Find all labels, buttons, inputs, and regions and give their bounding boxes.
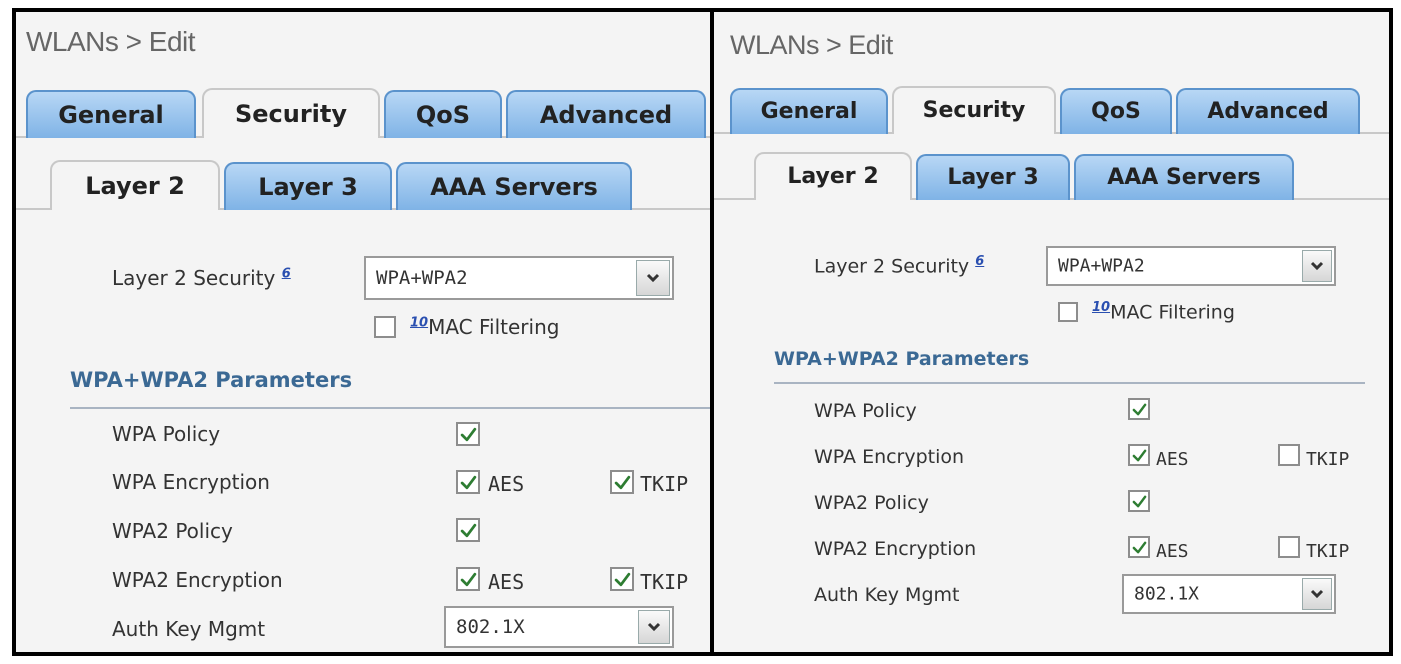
chevron-down-icon bbox=[636, 260, 670, 296]
check-icon bbox=[1132, 449, 1146, 461]
section-title: WPA+WPA2 Parameters bbox=[774, 348, 1030, 370]
tab-security[interactable]: Security bbox=[202, 88, 380, 138]
check-icon bbox=[1132, 495, 1146, 507]
wpa-policy-label: WPA Policy bbox=[814, 400, 917, 422]
wpa-encryption-label: WPA Encryption bbox=[112, 470, 270, 494]
wpa-tkip-label: TKIP bbox=[640, 472, 689, 496]
check-icon bbox=[460, 475, 476, 489]
wpa2-tkip-checkbox[interactable] bbox=[1278, 536, 1300, 558]
tab-general[interactable]: General bbox=[730, 88, 888, 134]
wpa2-policy-label: WPA2 Policy bbox=[112, 519, 233, 543]
wlan-edit-panel-right: WLANs > Edit General Security QoS Advanc… bbox=[712, 8, 1393, 656]
wpa-aes-checkbox[interactable] bbox=[456, 470, 480, 494]
check-icon bbox=[460, 572, 476, 586]
wpa2-encryption-label: WPA2 Encryption bbox=[112, 568, 283, 592]
wpa-policy-checkbox[interactable] bbox=[456, 422, 480, 446]
wpa-policy-label: WPA Policy bbox=[112, 422, 221, 446]
layer2-security-label-text: Layer 2 Security bbox=[112, 266, 276, 290]
mac-filtering-help-link[interactable]: 10 bbox=[1092, 300, 1110, 315]
tab-advanced[interactable]: Advanced bbox=[506, 90, 706, 138]
check-icon bbox=[614, 475, 630, 489]
section-divider bbox=[70, 407, 710, 409]
wpa2-encryption-label: WPA2 Encryption bbox=[814, 538, 977, 560]
mac-filtering-label-text: MAC Filtering bbox=[1110, 301, 1235, 324]
check-icon bbox=[1132, 541, 1146, 553]
tab-qos[interactable]: QoS bbox=[384, 90, 502, 138]
check-icon bbox=[614, 572, 630, 586]
mac-filtering-help-link[interactable]: 10 bbox=[410, 315, 428, 330]
subtab-layer3[interactable]: Layer 3 bbox=[916, 154, 1070, 200]
tab-general[interactable]: General bbox=[26, 90, 196, 138]
wpa2-tkip-checkbox[interactable] bbox=[610, 567, 634, 591]
tab-qos[interactable]: QoS bbox=[1060, 88, 1172, 134]
layer2-security-help-link[interactable]: 6 bbox=[975, 254, 984, 269]
page-title: WLANs > Edit bbox=[26, 26, 196, 57]
auth-key-mgmt-select[interactable]: 802.1X bbox=[444, 606, 674, 648]
chevron-down-icon bbox=[638, 610, 670, 644]
subtab-layer3[interactable]: Layer 3 bbox=[224, 162, 392, 210]
subtab-layer2[interactable]: Layer 2 bbox=[50, 160, 220, 210]
wlan-edit-panel-left: WLANs > Edit General Security QoS Advanc… bbox=[12, 8, 712, 656]
page-title: WLANs > Edit bbox=[730, 30, 893, 60]
section-title: WPA+WPA2 Parameters bbox=[70, 368, 353, 392]
wpa2-tkip-label: TKIP bbox=[640, 570, 689, 594]
section-divider bbox=[774, 382, 1365, 384]
wpa2-policy-checkbox[interactable] bbox=[456, 518, 480, 542]
wpa2-aes-label: AES bbox=[1156, 541, 1189, 562]
auth-key-mgmt-select[interactable]: 802.1X bbox=[1122, 574, 1336, 614]
auth-key-mgmt-label: Auth Key Mgmt bbox=[112, 617, 266, 641]
wpa-tkip-label: TKIP bbox=[1306, 449, 1350, 470]
layer2-security-help-link[interactable]: 6 bbox=[282, 266, 291, 281]
layer2-security-value: WPA+WPA2 bbox=[1058, 255, 1145, 277]
chevron-down-icon bbox=[1302, 250, 1332, 282]
auth-key-mgmt-value: 802.1X bbox=[1134, 583, 1200, 605]
wpa-tkip-checkbox[interactable] bbox=[1278, 444, 1300, 466]
chevron-down-icon bbox=[1302, 578, 1332, 610]
layer2-security-label: Layer 2 Security 6 bbox=[814, 254, 984, 277]
layer2-security-value: WPA+WPA2 bbox=[376, 267, 468, 289]
mac-filtering-label-text: MAC Filtering bbox=[428, 315, 560, 339]
mac-filtering-checkbox[interactable] bbox=[374, 316, 396, 338]
wpa-aes-label: AES bbox=[488, 472, 525, 496]
subtab-layer2[interactable]: Layer 2 bbox=[754, 152, 912, 200]
check-icon bbox=[1132, 403, 1146, 415]
wpa-aes-checkbox[interactable] bbox=[1128, 444, 1150, 466]
wpa-encryption-label: WPA Encryption bbox=[814, 446, 965, 468]
wpa2-aes-label: AES bbox=[488, 570, 525, 594]
layer2-security-select[interactable]: WPA+WPA2 bbox=[364, 256, 674, 300]
mac-filtering-checkbox[interactable] bbox=[1058, 302, 1078, 322]
tab-advanced[interactable]: Advanced bbox=[1176, 88, 1360, 134]
auth-key-mgmt-label: Auth Key Mgmt bbox=[814, 584, 960, 606]
check-icon bbox=[460, 427, 476, 441]
wpa2-policy-checkbox[interactable] bbox=[1128, 490, 1150, 512]
auth-key-mgmt-value: 802.1X bbox=[456, 616, 525, 638]
check-icon bbox=[460, 523, 476, 537]
tab-security[interactable]: Security bbox=[892, 86, 1056, 134]
wpa2-aes-checkbox[interactable] bbox=[1128, 536, 1150, 558]
wpa2-tkip-label: TKIP bbox=[1306, 541, 1350, 562]
layer2-security-label: Layer 2 Security 6 bbox=[112, 266, 291, 290]
wpa2-policy-label: WPA2 Policy bbox=[814, 492, 929, 514]
subtab-aaa-servers[interactable]: AAA Servers bbox=[1074, 154, 1294, 200]
wpa2-aes-checkbox[interactable] bbox=[456, 567, 480, 591]
wpa-policy-checkbox[interactable] bbox=[1128, 398, 1150, 420]
wpa-tkip-checkbox[interactable] bbox=[610, 470, 634, 494]
layer2-security-label-text: Layer 2 Security bbox=[814, 255, 970, 278]
wpa-aes-label: AES bbox=[1156, 449, 1189, 470]
subtab-aaa-servers[interactable]: AAA Servers bbox=[396, 162, 632, 210]
mac-filtering-label: 10MAC Filtering bbox=[410, 315, 559, 339]
mac-filtering-label: 10MAC Filtering bbox=[1092, 300, 1235, 323]
layer2-security-select[interactable]: WPA+WPA2 bbox=[1046, 246, 1336, 286]
